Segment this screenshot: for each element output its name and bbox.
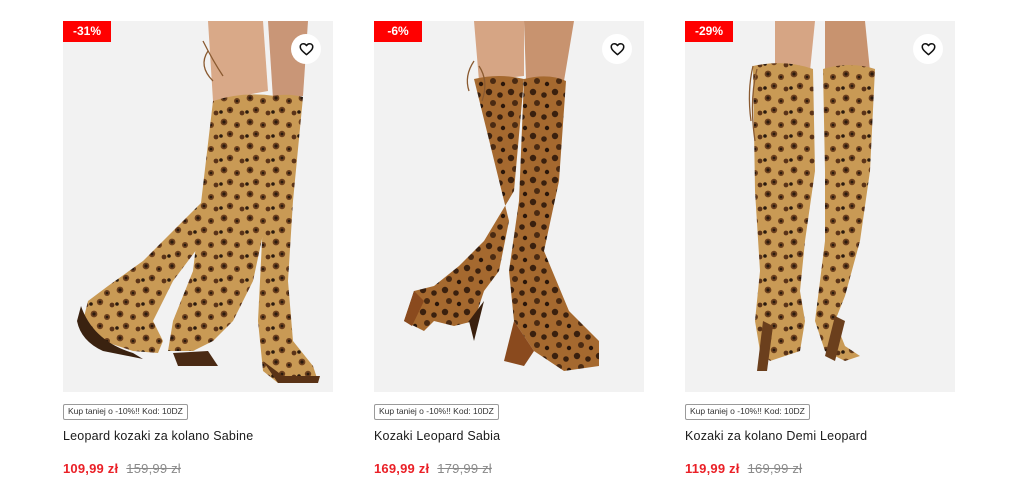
- price-old: 159,99 zł: [126, 461, 181, 476]
- promo-code-tag: Kup taniej o -10%!! Kod: 10DZ: [685, 404, 810, 420]
- price-current: 119,99 zł: [685, 461, 740, 476]
- leopard-knee-boots-high-heel-image: [748, 21, 875, 371]
- favorite-button[interactable]: [602, 34, 632, 64]
- price-row: 119,99 zł 169,99 zł: [685, 461, 955, 476]
- product-image[interactable]: -29%: [685, 21, 955, 392]
- promo-code-tag: Kup taniej o -10%!! Kod: 10DZ: [63, 404, 188, 420]
- discount-badge: -31%: [63, 21, 111, 42]
- discount-badge: -29%: [685, 21, 733, 42]
- product-image[interactable]: -6%: [374, 21, 644, 392]
- product-grid: -31% Kup taniej o -10%!! Kod: 10DZ Leopa…: [0, 0, 1024, 484]
- price-old: 169,99 zł: [747, 461, 803, 476]
- leopard-knee-boots-flat-image: [77, 21, 320, 383]
- leopard-knee-boots-block-heel-image: [404, 21, 599, 371]
- heart-outline-icon: [921, 42, 935, 56]
- price-current: 109,99 zł: [63, 461, 119, 476]
- product-name-link[interactable]: Kozaki Leopard Sabia: [374, 429, 644, 443]
- discount-badge: -6%: [374, 21, 422, 42]
- product-name-link[interactable]: Leopard kozaki za kolano Sabine: [63, 429, 333, 443]
- price-row: 109,99 zł 159,99 zł: [63, 461, 333, 476]
- price-row: 169,99 zł 179,99 zł: [374, 461, 644, 476]
- product-name-link[interactable]: Kozaki za kolano Demi Leopard: [685, 429, 955, 443]
- favorite-button[interactable]: [291, 34, 321, 64]
- price-old: 179,99 zł: [437, 461, 492, 476]
- favorite-button[interactable]: [913, 34, 943, 64]
- price-current: 169,99 zł: [374, 461, 430, 476]
- product-image[interactable]: -31%: [63, 21, 333, 392]
- heart-outline-icon: [610, 42, 624, 56]
- heart-outline-icon: [299, 42, 313, 56]
- product-card[interactable]: -29% Kup taniej o -10%!! Kod: 10DZ Kozak…: [685, 21, 955, 476]
- product-card[interactable]: -6% Kup taniej o -10%!! Kod: 10DZ Kozaki…: [374, 21, 644, 476]
- product-card[interactable]: -31% Kup taniej o -10%!! Kod: 10DZ Leopa…: [63, 21, 333, 476]
- promo-code-tag: Kup taniej o -10%!! Kod: 10DZ: [374, 404, 499, 420]
